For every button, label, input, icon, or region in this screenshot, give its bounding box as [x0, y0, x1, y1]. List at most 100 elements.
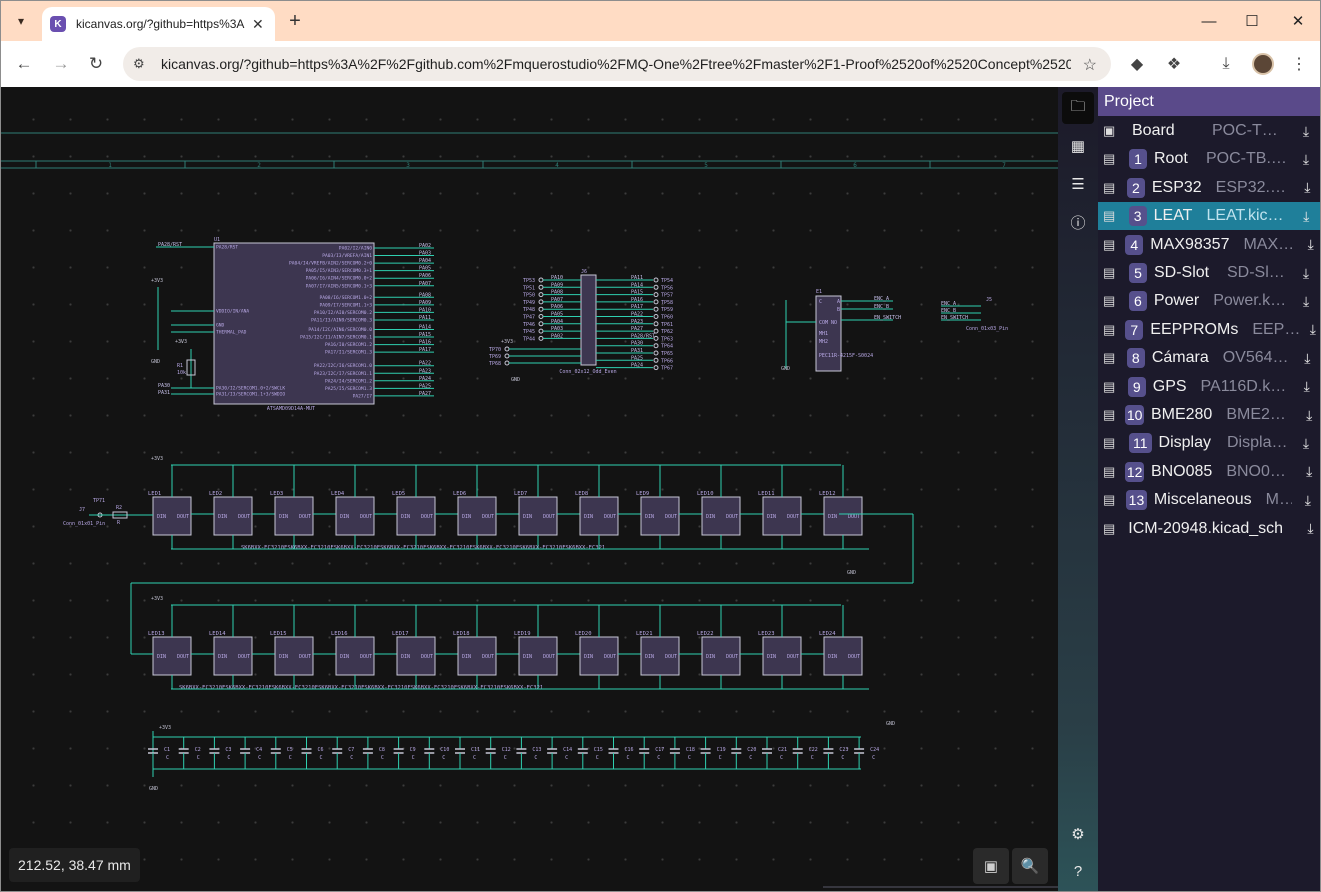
led-pin-label: DOUT [421, 654, 433, 660]
encoder-pin-label: B [837, 307, 840, 313]
back-arrow-icon[interactable]: ← [10, 50, 38, 78]
extension-shield-icon[interactable]: ◆ [1125, 52, 1149, 76]
project-item-bme280[interactable]: ▤ 10 BME280 BME280.kicad_sch ⤓ [1098, 401, 1320, 429]
download-icon[interactable]: ⤓ [1296, 293, 1316, 310]
header-net-label: PA09 [551, 282, 563, 288]
led-ref: LED9 [636, 491, 649, 497]
zoom-to-selection-icon[interactable]: ▣ [973, 848, 1009, 884]
download-icon[interactable]: ⤓ [1310, 321, 1316, 338]
address-bar[interactable]: ⚙ kicanvas.org/?github=https%3A%2F%2Fgit… [123, 47, 1111, 81]
frame-column-label: 7 [1002, 162, 1006, 169]
download-icon[interactable]: ⤓ [1296, 265, 1316, 282]
cap-value: C [381, 755, 384, 761]
tab-close-icon[interactable]: ✕ [252, 16, 264, 33]
project-item-bno085[interactable]: ▤ 12 BNO085 BNO085.kicad_sch ⤓ [1098, 458, 1320, 486]
testpoint-label: TP59 [661, 307, 673, 313]
connector-net-label: ENC_A [941, 301, 956, 307]
cap-ref: C4 [256, 747, 262, 753]
project-item-label: Miscelaneous [1153, 491, 1252, 509]
download-icon[interactable]: ⤓ [1299, 350, 1316, 367]
symbols-icon[interactable]: ▦ [1062, 130, 1094, 162]
download-icon[interactable]: ⤓ [1305, 236, 1316, 253]
list-icon[interactable]: ☰ [1062, 168, 1094, 200]
more-menu-icon[interactable]: ⋮ [1287, 52, 1311, 76]
mcu-pin-label: PA28/RST [216, 245, 238, 251]
cap-ref: C19 [717, 747, 726, 753]
schematic-canvas[interactable]: 1 2 3 4 5 6 7 U1 ATSAMD09D14A-MUT PA02/I2/AIN0 PA0… [1, 87, 1058, 891]
new-tab-plus-icon[interactable]: + [283, 9, 307, 33]
help-icon[interactable]: ? [1062, 855, 1094, 887]
project-item-gps[interactable]: ▤ 9 GPS PA116D.kicad_sch ⤓ [1098, 373, 1320, 401]
power-label: GND [149, 786, 158, 792]
tab-search-chevron-icon[interactable]: ▾ [9, 9, 33, 33]
mcu-net-label: PA28/RST [158, 242, 182, 248]
download-icon[interactable]: ⤓ [1305, 520, 1316, 537]
mcu-pin-label: PA03/I3/VREFA/AIN1 [322, 253, 372, 259]
cap-value: C [320, 755, 323, 761]
testpoint-label: TP58 [661, 300, 673, 306]
window-close-icon[interactable]: ✕ [1284, 7, 1312, 35]
project-item-board[interactable]: ▣ Board POC-TB.kicad_pcb ⤓ [1098, 117, 1320, 145]
project-item-max98357[interactable]: ▤ 4 MAX98357 MAX98357.kicad_sch ⤓ [1098, 231, 1320, 259]
led-ref: LED24 [819, 631, 836, 637]
download-icon[interactable]: ⤓ [1302, 407, 1316, 424]
url-text[interactable]: kicanvas.org/?github=https%3A%2F%2Fgithu… [161, 56, 1071, 72]
project-item-label: Power [1153, 292, 1200, 310]
project-item-eepproms[interactable]: ▤ 7 EEPPROMs EEPPROMs.kicad_sch ⤓ [1098, 316, 1320, 344]
cap-ref: C9 [410, 747, 416, 753]
download-icon[interactable]: ⤓ [1299, 179, 1316, 196]
browser-window: ▾ K kicanvas.org/?github=https%3A ✕ + — … [0, 0, 1321, 892]
info-icon[interactable]: ⓘ [1062, 206, 1094, 238]
download-icon[interactable]: ⤓ [1302, 463, 1316, 480]
led-pin-label: DOUT [726, 654, 738, 660]
zoom-to-page-icon[interactable]: 🔍 [1012, 848, 1048, 884]
maximize-icon[interactable]: ☐ [1238, 7, 1266, 35]
project-item-esp32[interactable]: ▤ 2 ESP32 ESP32.kicad_sch ⤓ [1098, 174, 1320, 202]
project-item-miscelaneous[interactable]: ▤ 13 Miscelaneous Miscelaneous.kicad_sch ⤓ [1098, 486, 1320, 514]
header-net-label: PA05 [551, 312, 563, 318]
testpoint-symbol [653, 277, 659, 283]
testpoint-symbol [538, 292, 544, 298]
project-item-display[interactable]: ▤ 11 Display Display.kicad_sch ⤓ [1098, 429, 1320, 457]
download-icon[interactable]: ⤓ [1296, 435, 1316, 452]
cap-ref: C21 [778, 747, 787, 753]
profile-avatar[interactable] [1252, 53, 1274, 75]
header-net-label: PA07 [551, 297, 563, 303]
download-icon[interactable]: ⤓ [1214, 52, 1238, 76]
download-icon[interactable]: ⤓ [1298, 378, 1316, 395]
project-item-icm-20948-kicad-sch[interactable]: ▤ ICM-20948.kicad_sch ⤓ [1098, 515, 1320, 543]
testpoint-label: TP67 [661, 366, 673, 372]
project-folder-icon[interactable]: 🗀 [1062, 92, 1094, 124]
testpoint-symbol [653, 321, 659, 327]
bookmark-star-icon[interactable]: ☆ [1083, 55, 1097, 75]
testpoint-label: TP69 [489, 354, 501, 360]
project-item-filename: MAX98357.kicad_sch [1243, 235, 1297, 253]
reload-icon[interactable]: ↻ [82, 50, 110, 78]
minimize-icon[interactable]: — [1195, 7, 1223, 35]
project-item-power[interactable]: ▤ 6 Power Power.kicad_sch ⤓ [1098, 287, 1320, 315]
project-item-c-mara[interactable]: ▤ 8 Cámara OV5640.kicad_sch ⤓ [1098, 344, 1320, 372]
forward-arrow-icon[interactable]: → [47, 50, 75, 78]
download-icon[interactable]: ⤓ [1296, 123, 1316, 140]
download-icon[interactable]: ⤓ [1296, 208, 1316, 225]
mcu-net-label: PA06 [419, 273, 431, 279]
led-pin-label: DIN [645, 514, 654, 520]
download-icon[interactable]: ⤓ [1296, 151, 1316, 168]
extensions-puzzle-icon[interactable]: ❖ [1162, 52, 1186, 76]
project-item-label: Board [1132, 122, 1175, 139]
power-label: GND [886, 721, 895, 727]
project-item-leat[interactable]: ▤ 3 LEAT LEAT.kicad_sch ⤓ [1098, 202, 1320, 231]
header-value: Conn_02x12_Odd_Even [559, 369, 616, 375]
download-icon[interactable]: ⤓ [1300, 492, 1316, 509]
project-item-root[interactable]: ▤ 1 Root POC-TB.kicad_sch ⤓ [1098, 145, 1320, 173]
cap-value: C [565, 755, 568, 761]
testpoint-label: TP51 [523, 285, 535, 291]
cap-ref: C15 [594, 747, 603, 753]
browser-tab[interactable]: K kicanvas.org/?github=https%3A ✕ [42, 7, 275, 41]
settings-gear-icon[interactable]: ⚙ [1062, 818, 1094, 850]
project-item-sd-slot[interactable]: ▤ 5 SD-Slot SD-Slot.kicad_sch ⤓ [1098, 259, 1320, 287]
testpoint-label: TP64 [661, 344, 673, 350]
site-settings-icon[interactable]: ⚙ [133, 56, 153, 72]
cap-ref: C22 [809, 747, 818, 753]
testpoint-symbol [653, 299, 659, 305]
